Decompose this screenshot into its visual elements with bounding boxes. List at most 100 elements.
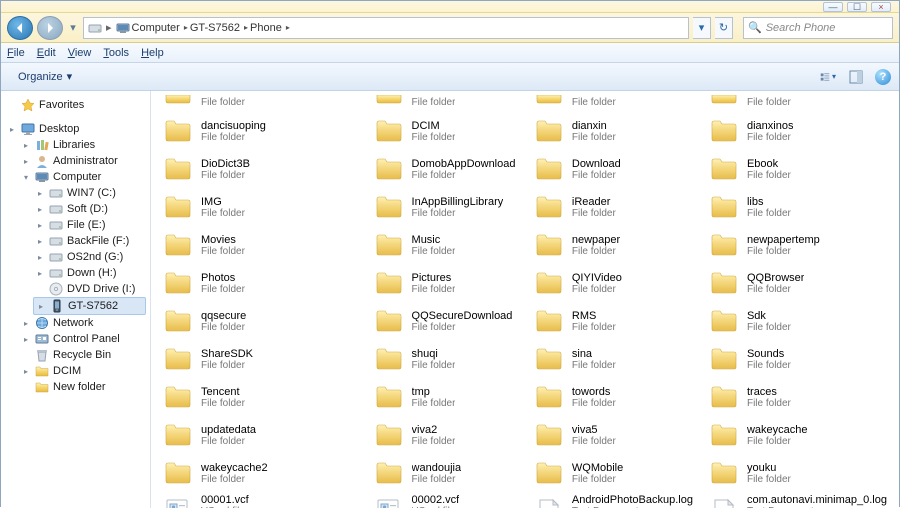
list-item[interactable]: wakeycache File folder bbox=[705, 417, 891, 453]
sidebar-computer[interactable]: ▾Computer bbox=[19, 169, 146, 185]
menu-help[interactable]: Help bbox=[141, 47, 164, 59]
list-item[interactable]: QIYIVideo File folder bbox=[530, 265, 697, 301]
list-item[interactable]: IMG File folder bbox=[159, 189, 362, 225]
list-item[interactable]: ShareSDK File folder bbox=[159, 341, 362, 377]
folder-icon bbox=[374, 382, 404, 412]
list-item[interactable]: File folder bbox=[370, 95, 522, 111]
list-item[interactable]: dianxinos File folder bbox=[705, 113, 891, 149]
nav-back-button[interactable] bbox=[7, 16, 33, 40]
close-button[interactable]: × bbox=[871, 2, 891, 12]
sidebar-recycle-bin[interactable]: Recycle Bin bbox=[19, 347, 146, 363]
list-item[interactable]: Music File folder bbox=[370, 227, 522, 263]
folder-partial-icon bbox=[163, 95, 193, 108]
list-item[interactable]: qqsecure File folder bbox=[159, 303, 362, 339]
folder-icon bbox=[709, 230, 739, 260]
refresh-button[interactable]: ↻ bbox=[715, 17, 733, 39]
list-item[interactable]: sina File folder bbox=[530, 341, 697, 377]
views-button[interactable]: ▾ bbox=[819, 68, 837, 86]
sidebar-drive-d[interactable]: ▸Soft (D:) bbox=[33, 201, 146, 217]
list-item[interactable]: Sdk File folder bbox=[705, 303, 891, 339]
organize-button[interactable]: Organize▾ bbox=[9, 66, 81, 87]
list-item[interactable]: dianxin File folder bbox=[530, 113, 697, 149]
title-bar: — ☐ × bbox=[1, 1, 899, 13]
item-name: Pictures bbox=[412, 272, 456, 284]
list-item[interactable]: newpaper File folder bbox=[530, 227, 697, 263]
menu-file[interactable]: File bbox=[7, 47, 25, 59]
list-item[interactable]: Photos File folder bbox=[159, 265, 362, 301]
item-name: sina bbox=[572, 348, 616, 360]
list-item[interactable]: 00001.vcf VCard file82.0 KB bbox=[159, 493, 362, 508]
file-list[interactable]: File folder File folder File folder File… bbox=[151, 91, 899, 508]
list-item[interactable]: shuqi File folder bbox=[370, 341, 522, 377]
max-button[interactable]: ☐ bbox=[847, 2, 867, 12]
sidebar-dcim[interactable]: ▸DCIM bbox=[19, 363, 146, 379]
list-item[interactable]: libs File folder bbox=[705, 189, 891, 225]
list-item[interactable]: updatedata File folder bbox=[159, 417, 362, 453]
list-item[interactable]: newpapertemp File folder bbox=[705, 227, 891, 263]
sidebar-network[interactable]: ▸Network bbox=[19, 315, 146, 331]
list-item[interactable]: Pictures File folder bbox=[370, 265, 522, 301]
list-item[interactable]: traces File folder bbox=[705, 379, 891, 415]
list-item[interactable]: wakeycache2 File folder bbox=[159, 455, 362, 491]
preview-pane-button[interactable] bbox=[847, 68, 865, 86]
breadcrumb[interactable]: ▸ Computer▸ GT-S7562▸ Phone▸ bbox=[83, 17, 689, 39]
list-item[interactable]: towords File folder bbox=[530, 379, 697, 415]
list-item[interactable]: com.autonavi.minimap_0.log Text Document… bbox=[705, 493, 891, 508]
list-item[interactable]: Movies File folder bbox=[159, 227, 362, 263]
list-item[interactable]: viva5 File folder bbox=[530, 417, 697, 453]
menu-edit[interactable]: Edit bbox=[37, 47, 56, 59]
list-item[interactable]: Sounds File folder bbox=[705, 341, 891, 377]
search-input[interactable]: 🔍 Search Phone bbox=[743, 17, 893, 39]
list-item[interactable]: DCIM File folder bbox=[370, 113, 522, 149]
breadcrumb-drop[interactable]: ▾ bbox=[693, 17, 711, 39]
folder-icon bbox=[709, 420, 739, 450]
list-item[interactable]: 00002.vcf VCard file8.42 KB bbox=[370, 493, 522, 508]
nav-forward-button[interactable] bbox=[37, 16, 63, 40]
list-item[interactable]: AndroidPhotoBackup.log Text Document420 … bbox=[530, 493, 697, 508]
list-item[interactable]: QQSecureDownload File folder bbox=[370, 303, 522, 339]
sidebar-drive-e[interactable]: ▸File (E:) bbox=[33, 217, 146, 233]
menu-tools[interactable]: Tools bbox=[103, 47, 129, 59]
sidebar-favorites[interactable]: Favorites bbox=[5, 97, 146, 113]
list-item[interactable]: Ebook File folder bbox=[705, 151, 891, 187]
list-item[interactable]: iReader File folder bbox=[530, 189, 697, 225]
sidebar-drive-c[interactable]: ▸WIN7 (C:) bbox=[33, 185, 146, 201]
sidebar-new-folder[interactable]: New folder bbox=[19, 379, 146, 395]
sidebar-admin[interactable]: ▸Administrator bbox=[19, 153, 146, 169]
list-item[interactable]: viva2 File folder bbox=[370, 417, 522, 453]
list-item[interactable]: youku File folder bbox=[705, 455, 891, 491]
list-item[interactable]: DioDict3B File folder bbox=[159, 151, 362, 187]
nav-history-drop[interactable]: ▾ bbox=[67, 16, 79, 40]
folder-icon bbox=[163, 344, 193, 374]
navigation-pane[interactable]: Favorites ▸ Desktop ▸Libraries ▸Administ… bbox=[1, 91, 151, 508]
sidebar-libraries[interactable]: ▸Libraries bbox=[19, 137, 146, 153]
phone-icon bbox=[50, 299, 64, 313]
list-item[interactable]: File folder bbox=[159, 95, 362, 111]
menu-view[interactable]: View bbox=[68, 47, 92, 59]
sidebar-desktop[interactable]: ▸ Desktop bbox=[5, 121, 146, 137]
item-name: IMG bbox=[201, 196, 245, 208]
list-item[interactable]: InAppBillingLibrary File folder bbox=[370, 189, 522, 225]
sidebar-drive-h[interactable]: ▸Down (H:) bbox=[33, 265, 146, 281]
sidebar-drive-g[interactable]: ▸OS2nd (G:) bbox=[33, 249, 146, 265]
list-item[interactable]: DomobAppDownload File folder bbox=[370, 151, 522, 187]
list-item[interactable]: tmp File folder bbox=[370, 379, 522, 415]
list-item[interactable]: Download File folder bbox=[530, 151, 697, 187]
sidebar-dvd[interactable]: DVD Drive (I:) bbox=[33, 281, 146, 297]
hdd-icon bbox=[49, 234, 63, 248]
min-button[interactable]: — bbox=[823, 2, 843, 12]
sidebar-control-panel[interactable]: ▸Control Panel bbox=[19, 331, 146, 347]
list-item[interactable]: dancisuoping File folder bbox=[159, 113, 362, 149]
list-item[interactable]: File folder bbox=[705, 95, 891, 111]
sidebar-drive-f[interactable]: ▸BackFile (F:) bbox=[33, 233, 146, 249]
sidebar-device-selected[interactable]: ▸GT-S7562 bbox=[33, 297, 146, 315]
folder-icon bbox=[374, 154, 404, 184]
list-item[interactable]: Tencent File folder bbox=[159, 379, 362, 415]
list-item[interactable]: File folder bbox=[530, 95, 697, 111]
list-item[interactable]: QQBrowser File folder bbox=[705, 265, 891, 301]
list-item[interactable]: WQMobile File folder bbox=[530, 455, 697, 491]
folder-icon bbox=[163, 268, 193, 298]
list-item[interactable]: RMS File folder bbox=[530, 303, 697, 339]
help-button[interactable]: ? bbox=[875, 69, 891, 85]
list-item[interactable]: wandoujia File folder bbox=[370, 455, 522, 491]
